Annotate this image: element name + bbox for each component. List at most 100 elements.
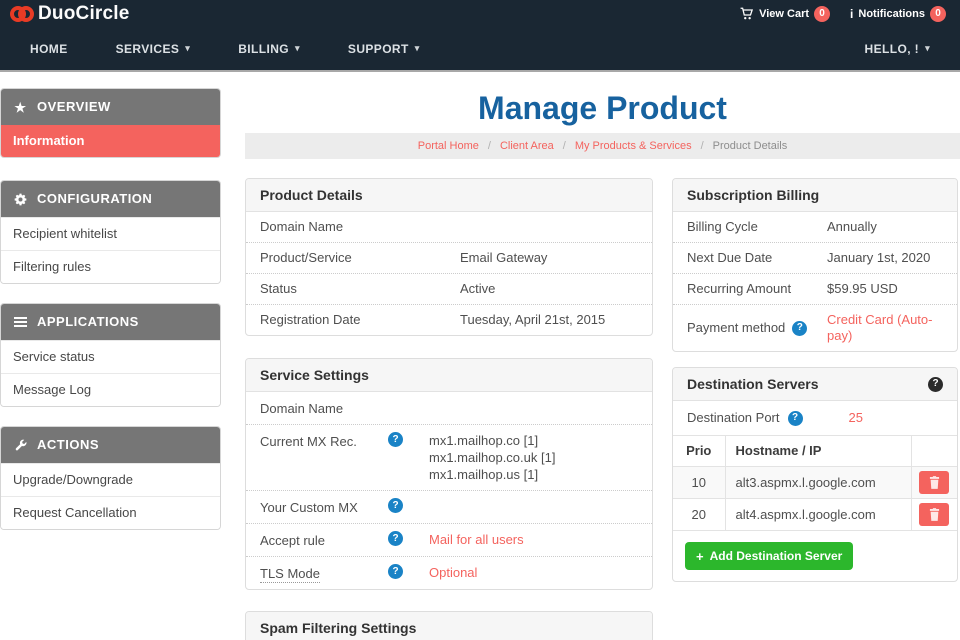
row-value: Annually xyxy=(827,219,877,234)
help-icon[interactable]: ? xyxy=(787,410,803,426)
row-product-service: Product/Service Email Gateway xyxy=(246,242,652,273)
notifications-label: Notifications xyxy=(858,7,925,20)
row-registration-date: Registration Date Tuesday, April 21st, 2… xyxy=(246,304,652,335)
tls-mode-link[interactable]: Optional xyxy=(429,564,477,581)
duocircle-logo-icon xyxy=(10,5,34,22)
add-destination-server-label: Add Destination Server xyxy=(709,549,843,563)
gear-icon xyxy=(13,193,28,206)
add-destination-server-button[interactable]: + Add Destination Server xyxy=(685,542,854,570)
nav-billing-label: BILLING xyxy=(238,41,289,56)
panel-title: Destination Servers xyxy=(687,376,819,392)
caret-down-icon: ▾ xyxy=(925,43,930,53)
sidebar-item-upgrade-downgrade[interactable]: Upgrade/Downgrade xyxy=(1,463,220,496)
nav-support-label: SUPPORT xyxy=(347,41,409,56)
sidebar-item-recipient-whitelist[interactable]: Recipient whitelist xyxy=(1,217,220,250)
right-column: Subscription Billing Billing Cycle Annua… xyxy=(672,178,958,604)
help-icon[interactable]: ? xyxy=(388,432,403,447)
status-value: Active xyxy=(460,281,496,296)
help-icon[interactable]: ? xyxy=(388,564,403,579)
nav-user-label: HELLO, ! xyxy=(864,41,920,56)
row-label: Next Due Date xyxy=(687,250,773,265)
nav-user-menu[interactable]: HELLO, ! ▾ xyxy=(865,42,930,56)
row-recurring-amount: Recurring Amount $59.95 USD xyxy=(673,273,957,304)
nav-support[interactable]: SUPPORT ▾ xyxy=(348,42,420,56)
nav-billing[interactable]: BILLING ▾ xyxy=(238,42,300,56)
sidebar-header-label: APPLICATIONS xyxy=(37,314,139,329)
column-header-actions xyxy=(910,435,957,467)
breadcrumb-separator: / xyxy=(562,140,566,152)
help-icon[interactable]: ? xyxy=(928,376,943,392)
main-nav: HOME SERVICES ▾ BILLING ▾ SUPPORT ▾ HELL… xyxy=(0,27,960,72)
view-cart-label: View Cart xyxy=(759,7,810,20)
caret-down-icon: ▾ xyxy=(185,43,191,53)
help-icon[interactable]: ? xyxy=(792,320,808,336)
add-server-area: + Add Destination Server xyxy=(673,531,957,581)
subscription-billing-header: Subscription Billing xyxy=(673,179,957,212)
row-label: Domain Name xyxy=(260,219,344,234)
column-header-hostname: Hostname / IP xyxy=(724,435,912,467)
accept-rule-link[interactable]: Mail for all users xyxy=(429,531,524,548)
sidebar: ★ OVERVIEW Information CONFIGURATION Rec… xyxy=(0,88,221,549)
sidebar-section-overview: ★ OVERVIEW Information xyxy=(0,88,221,158)
row-label: Billing Cycle xyxy=(687,219,758,234)
product-details-header: Product Details xyxy=(246,179,652,212)
destination-servers-header: Destination Servers ? xyxy=(673,368,957,401)
table-header-row: Prio Hostname / IP xyxy=(673,435,957,467)
brand-logo[interactable]: DuoCircle xyxy=(10,3,130,25)
spam-filtering-header: Spam Filtering Settings xyxy=(246,612,652,640)
mx-record: mx1.mailhop.co.uk [1] xyxy=(429,450,556,465)
delete-server-button[interactable] xyxy=(919,471,950,494)
prio-cell: 20 xyxy=(673,498,726,531)
breadcrumb-portal-home[interactable]: Portal Home xyxy=(418,140,479,152)
sidebar-item-filtering-rules[interactable]: Filtering rules xyxy=(1,250,220,283)
row-label: Your Custom MX xyxy=(260,500,358,515)
help-icon[interactable]: ? xyxy=(388,498,403,513)
destination-servers-table: Prio Hostname / IP 10 alt3.aspmx.l.googl… xyxy=(673,435,957,531)
sidebar-header-applications: APPLICATIONS xyxy=(1,304,220,340)
prio-cell: 10 xyxy=(673,466,726,499)
service-settings-header: Service Settings xyxy=(246,359,652,392)
breadcrumb-separator: / xyxy=(487,140,491,152)
row-value: Tuesday, April 21st, 2015 xyxy=(460,312,606,327)
notifications-link[interactable]: i Notifications 0 xyxy=(850,5,946,22)
caret-down-icon: ▾ xyxy=(414,43,420,53)
payment-method-link[interactable]: Credit Card (Auto-pay) xyxy=(827,312,943,344)
row-label: Status xyxy=(260,281,297,296)
sidebar-item-information[interactable]: Information xyxy=(1,125,220,157)
cart-count-badge: 0 xyxy=(814,5,831,22)
sidebar-item-service-status[interactable]: Service status xyxy=(1,340,220,373)
delete-server-button[interactable] xyxy=(919,503,950,526)
content-columns: Product Details Domain Name Product/Serv… xyxy=(245,178,960,640)
hostname-cell: alt3.aspmx.l.google.com xyxy=(724,466,912,499)
subscription-billing-panel: Subscription Billing Billing Cycle Annua… xyxy=(672,178,958,352)
row-status: Status Active xyxy=(246,273,652,304)
row-payment-method: Payment method ? Credit Card (Auto-pay) xyxy=(673,304,957,351)
nav-services[interactable]: SERVICES ▾ xyxy=(116,42,191,56)
sidebar-item-request-cancellation[interactable]: Request Cancellation xyxy=(1,496,220,529)
destination-servers-panel: Destination Servers ? Destination Port ?… xyxy=(672,367,958,582)
sidebar-section-actions: ACTIONS Upgrade/Downgrade Request Cancel… xyxy=(0,426,221,530)
mx-record-list: mx1.mailhop.co [1] mx1.mailhop.co.uk [1]… xyxy=(429,432,555,483)
sidebar-header-actions: ACTIONS xyxy=(1,427,220,463)
nav-home[interactable]: HOME xyxy=(30,42,68,56)
breadcrumb-separator: / xyxy=(700,140,704,152)
nav-services-label: SERVICES xyxy=(115,41,180,56)
breadcrumb-client-area[interactable]: Client Area xyxy=(500,140,554,152)
page: DuoCircle View Cart 0 i Notifications 0 … xyxy=(0,0,960,640)
row-label: Domain Name xyxy=(260,401,344,416)
row-accept-rule: Accept rule ? Mail for all users xyxy=(246,523,652,556)
row-billing-cycle: Billing Cycle Annually xyxy=(673,212,957,242)
row-label: Product/Service xyxy=(260,250,352,265)
view-cart-link[interactable]: View Cart 0 xyxy=(740,5,831,22)
topbar: DuoCircle View Cart 0 i Notifications 0 xyxy=(0,0,960,27)
hostname-cell: alt4.aspmx.l.google.com xyxy=(724,498,912,531)
help-icon[interactable]: ? xyxy=(388,531,403,546)
sidebar-header-label: ACTIONS xyxy=(37,437,99,452)
sidebar-header-overview: ★ OVERVIEW xyxy=(1,89,220,125)
breadcrumb-my-products-services[interactable]: My Products & Services xyxy=(575,140,692,152)
row-label: Accept rule xyxy=(260,533,326,548)
row-value: $59.95 USD xyxy=(827,281,898,296)
destination-port-link[interactable]: 25 xyxy=(849,410,863,426)
caret-down-icon: ▾ xyxy=(295,43,300,53)
sidebar-item-message-log[interactable]: Message Log xyxy=(1,373,220,406)
